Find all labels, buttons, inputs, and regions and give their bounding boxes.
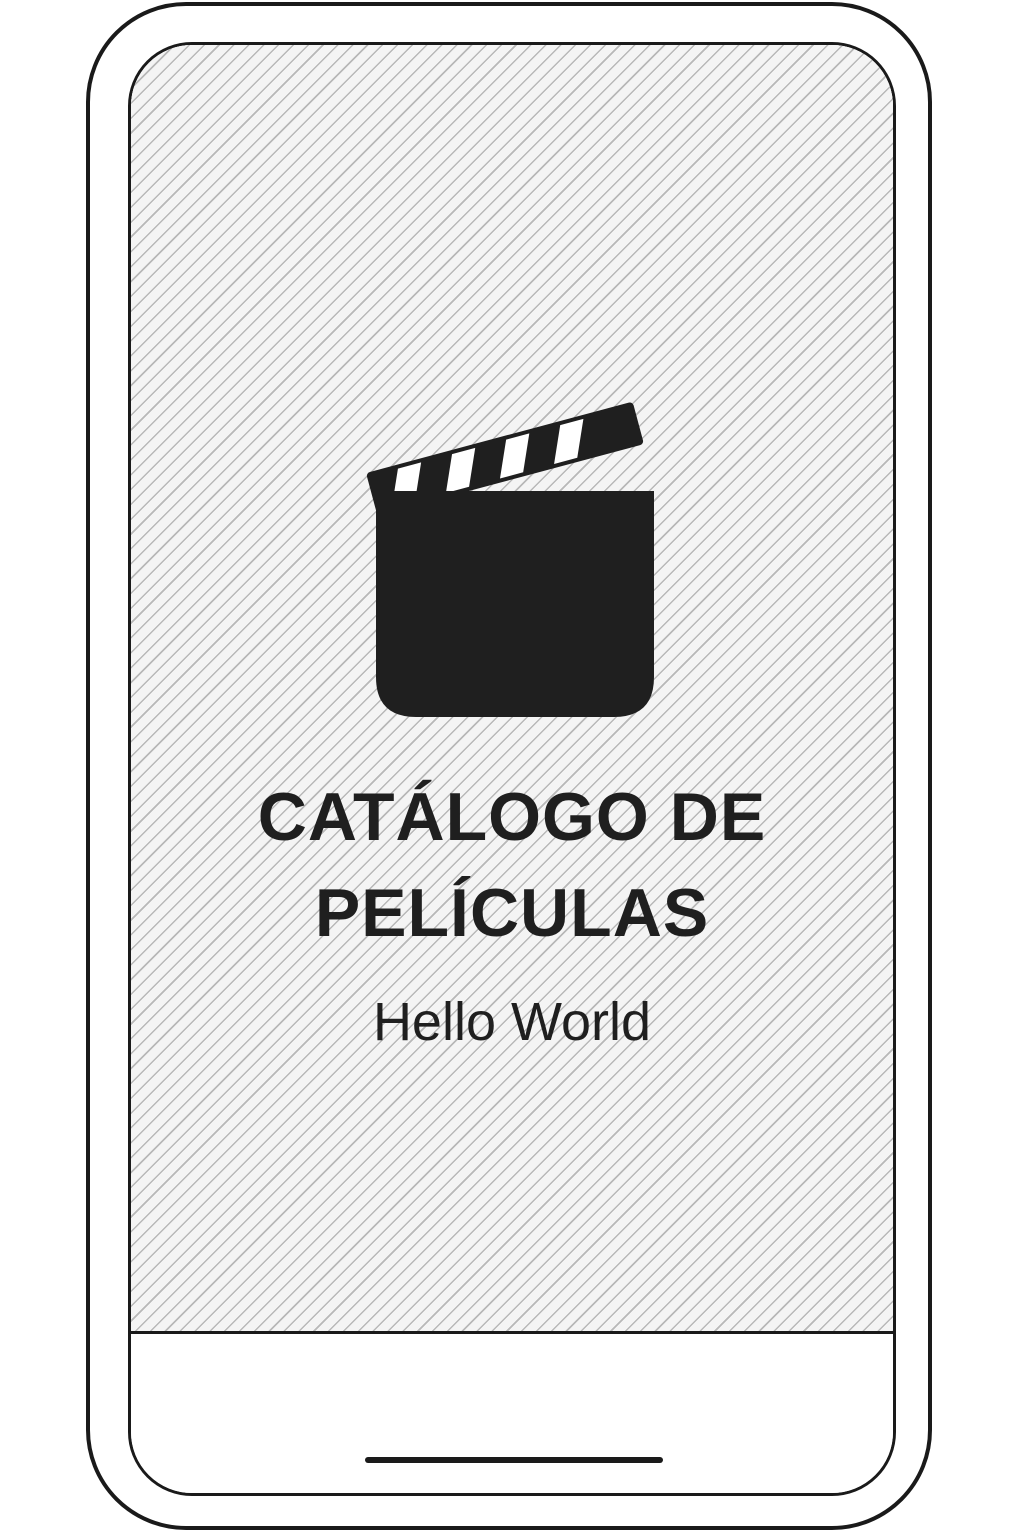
app-title-line-2: PELÍCULAS	[314, 875, 710, 951]
greeting-text: Hello World	[372, 992, 652, 1052]
clapperboard-icon	[366, 402, 654, 717]
app-title-line-1: CATÁLOGO DE	[257, 779, 767, 855]
phone-screen: CATÁLOGO DE PELÍCULAS Hello World	[128, 42, 896, 1496]
bottom-bar	[131, 1334, 893, 1493]
home-indicator[interactable]	[365, 1457, 663, 1463]
splash-content: CATÁLOGO DE PELÍCULAS Hello World	[131, 45, 893, 1334]
